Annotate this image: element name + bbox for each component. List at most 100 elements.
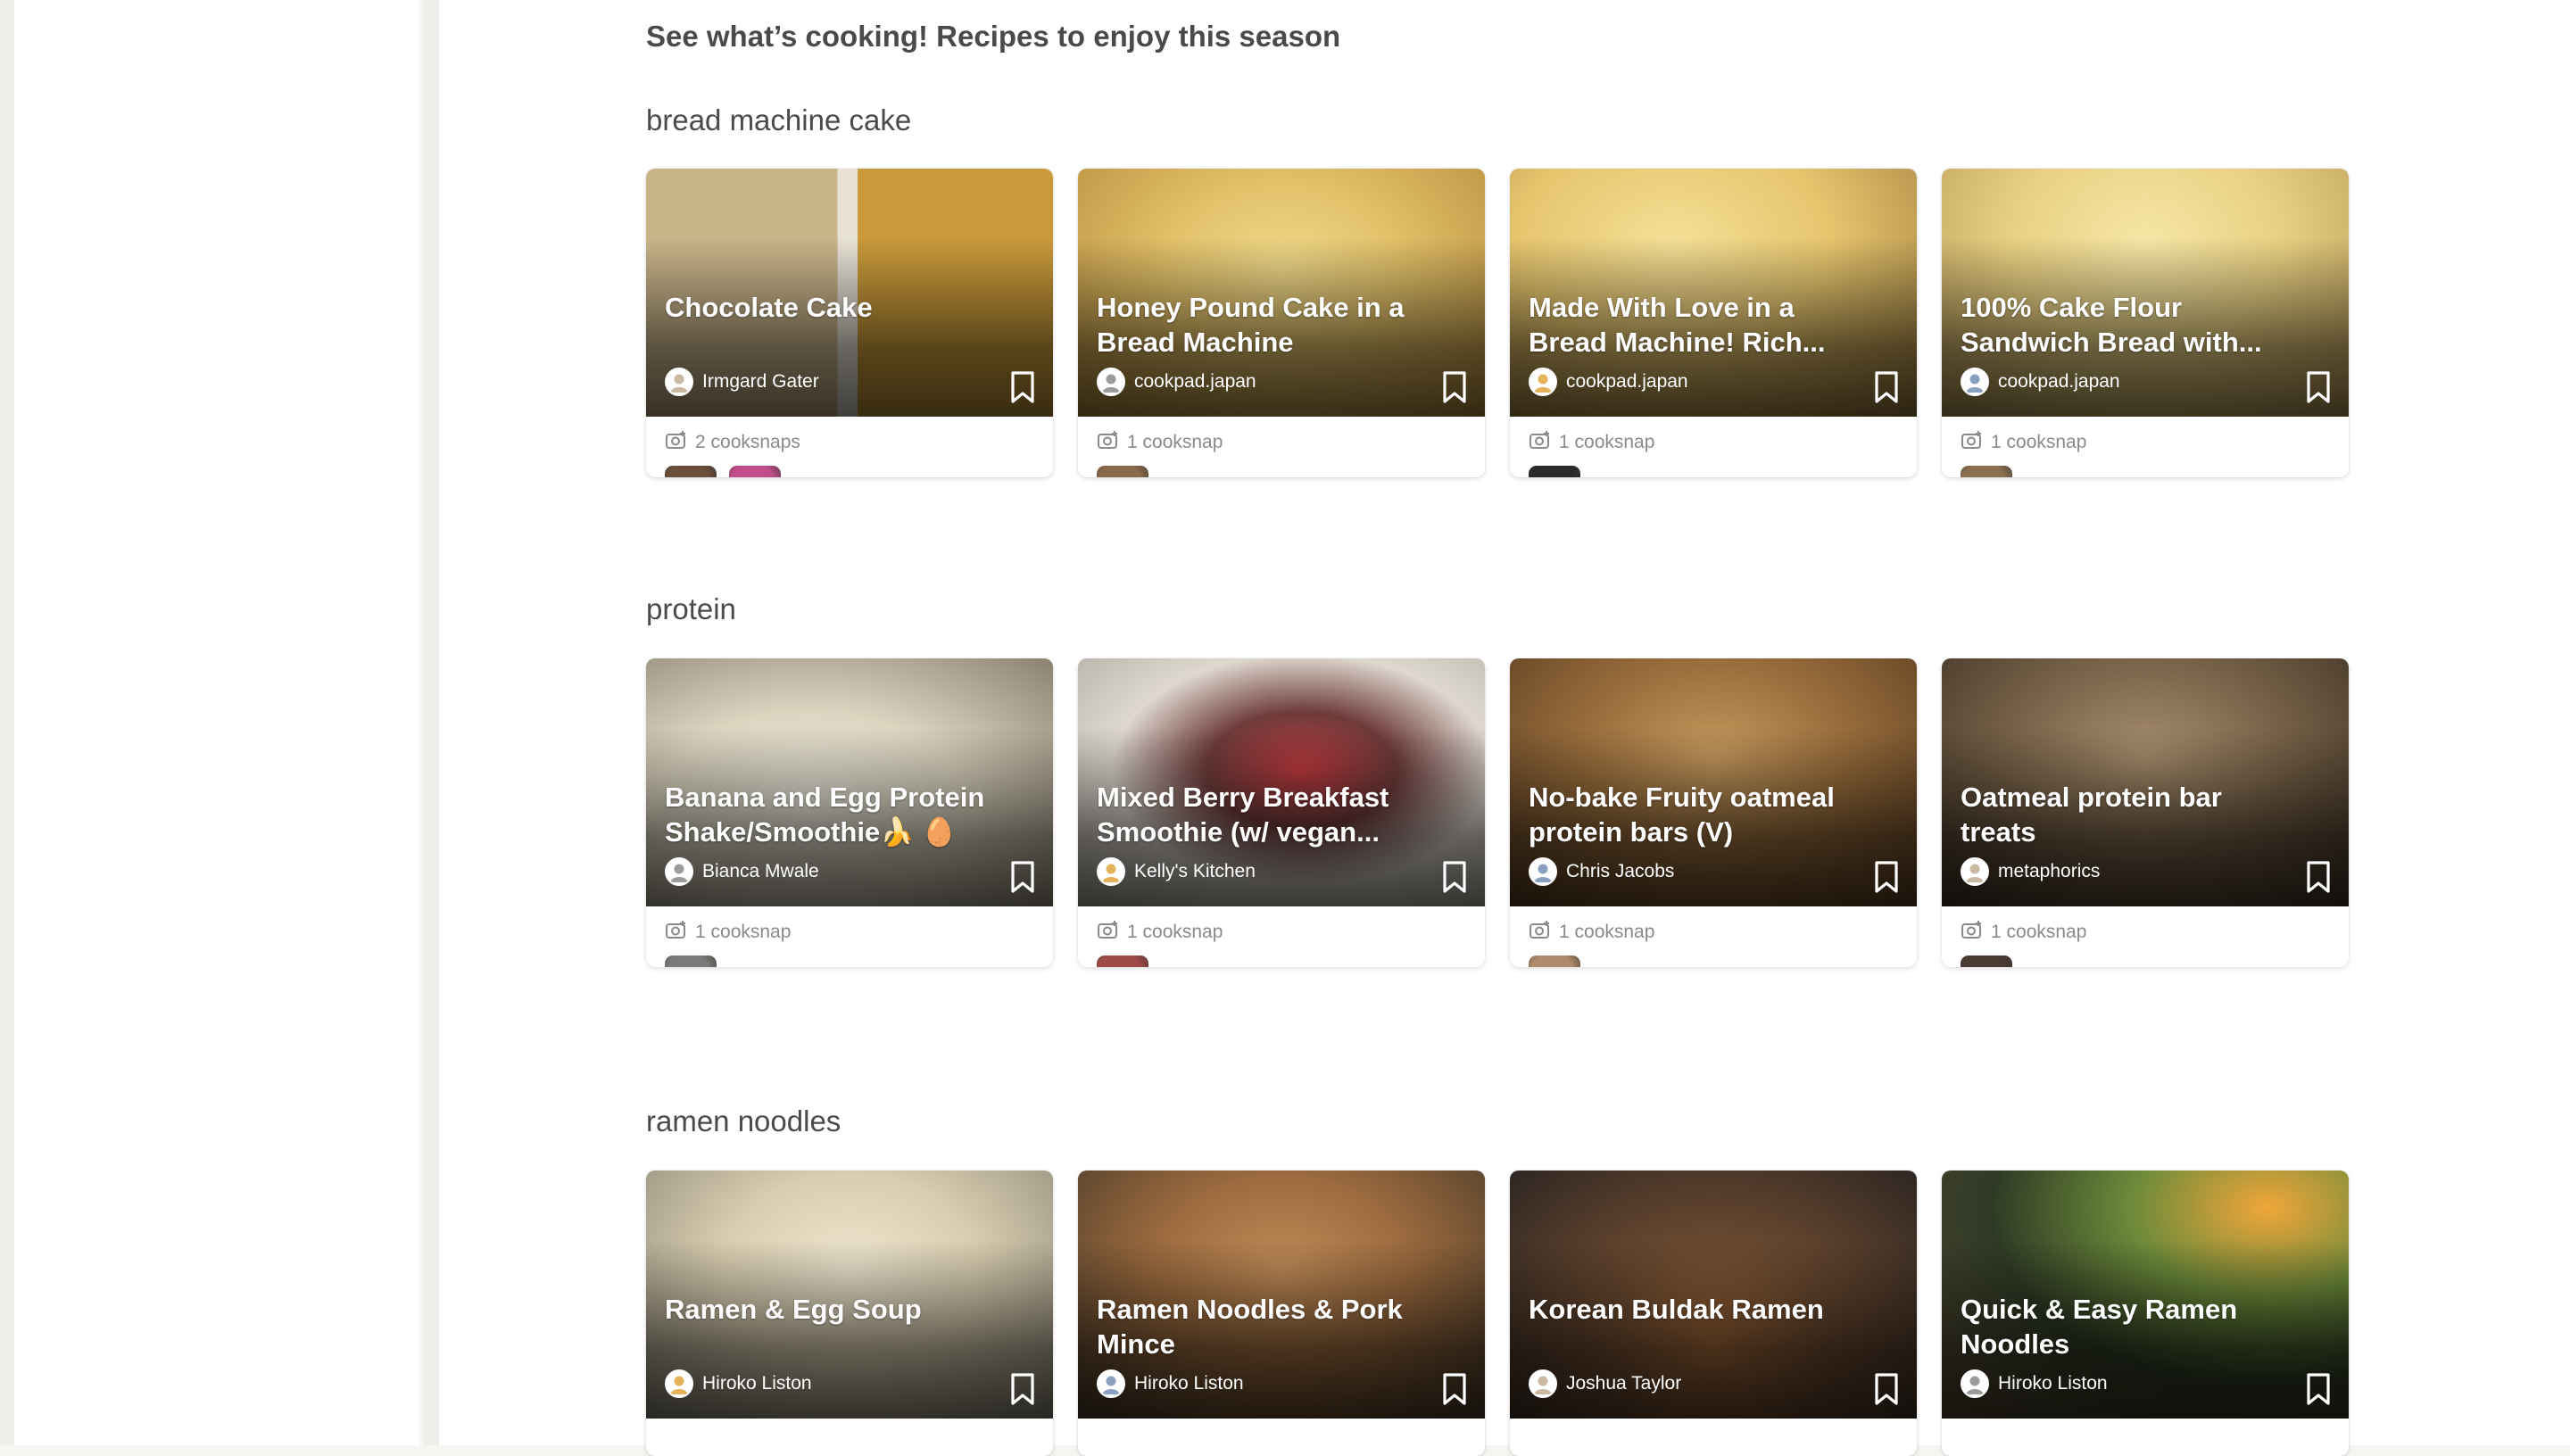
camera-icon	[1097, 429, 1120, 456]
recipe-card[interactable]: Mixed Berry Breakfast Smoothie (w/ vegan…	[1078, 658, 1485, 967]
recipe-card[interactable]: 100% Cake Flour Sandwich Bread with... co…	[1942, 169, 2349, 477]
section-title-ramen-noodles[interactable]: ramen noodles	[646, 1104, 841, 1138]
recipe-author[interactable]: Joshua Taylor	[1529, 1369, 1681, 1399]
cooksnap-thumbnail[interactable]	[1097, 466, 1148, 477]
avatar	[1529, 368, 1557, 396]
cooksnap-section: 1 cooksnap	[1942, 417, 2349, 477]
cooksnap-label: 1 cooksnap	[695, 922, 792, 942]
recipe-author[interactable]: Hiroko Liston	[1961, 1369, 2108, 1399]
recipe-title[interactable]: Chocolate Cake	[665, 290, 986, 325]
cooksnap-thumbnail[interactable]	[1529, 956, 1580, 967]
author-name: Bianca Mwale	[702, 861, 819, 881]
cooksnap-section: 1 cooksnap	[1510, 417, 1917, 477]
cooksnap-thumbnail[interactable]	[1961, 466, 2012, 477]
recipe-card[interactable]: Korean Buldak Ramen Joshua Taylor	[1510, 1171, 1917, 1456]
sidebar-divider	[423, 0, 439, 1445]
camera-icon	[1529, 429, 1552, 456]
recipe-author[interactable]: Hiroko Liston	[1097, 1369, 1244, 1399]
recipe-title[interactable]: Quick & Easy Ramen Noodles	[1961, 1292, 2282, 1361]
cooksnap-thumbnail[interactable]	[729, 466, 781, 477]
avatar	[665, 857, 693, 886]
bookmark-icon[interactable]	[1440, 370, 1469, 404]
author-name: cookpad.japan	[1134, 371, 1256, 392]
bookmark-icon[interactable]	[1008, 860, 1037, 894]
recipe-card[interactable]: Oatmeal protein bar treats metaphorics 1 c…	[1942, 658, 2349, 967]
recipe-title[interactable]: No-bake Fruity oatmeal protein bars (V)	[1529, 780, 1850, 849]
recipe-card[interactable]: Ramen & Egg Soup Hiroko Liston	[646, 1171, 1053, 1456]
recipe-card[interactable]: Chocolate Cake Irmgard Gater 2 cooksnaps	[646, 169, 1053, 477]
recipe-title[interactable]: Ramen & Egg Soup	[665, 1292, 986, 1327]
recipe-card[interactable]: Honey Pound Cake in a Bread Machine cookp…	[1078, 169, 1485, 477]
cooksnap-thumbnail[interactable]	[1961, 956, 2012, 967]
recipe-title[interactable]: 100% Cake Flour Sandwich Bread with...	[1961, 290, 2282, 360]
cooksnap-thumbnails	[665, 466, 781, 477]
cooksnap-thumbnail[interactable]	[665, 956, 717, 967]
cooksnap-thumbnails	[665, 956, 717, 967]
cooksnap-label: 1 cooksnap	[1127, 922, 1223, 942]
bookmark-icon[interactable]	[1872, 860, 1901, 894]
recipe-card[interactable]: Banana and Egg Protein Shake/Smoothie🍌 🥚…	[646, 658, 1053, 967]
avatar	[1529, 857, 1557, 886]
recipe-author[interactable]: Irmgard Gater	[665, 367, 819, 397]
bookmark-icon[interactable]	[1872, 1372, 1901, 1406]
author-name: Joshua Taylor	[1566, 1373, 1682, 1394]
bookmark-icon[interactable]	[2304, 370, 2333, 404]
author-name: Irmgard Gater	[702, 371, 819, 392]
avatar	[1097, 857, 1125, 886]
cooksnap-thumbnails	[1529, 466, 1580, 477]
section-title-protein[interactable]: protein	[646, 592, 736, 626]
cooksnap-label: 1 cooksnap	[1559, 922, 1655, 942]
avatar	[1961, 857, 1989, 886]
sidebar-rail	[0, 0, 14, 1445]
author-name: cookpad.japan	[1566, 371, 1688, 392]
cooksnap-section: 1 cooksnap	[1078, 417, 1485, 477]
cooksnap-section: 1 cooksnap	[1942, 906, 2349, 967]
camera-icon	[1097, 919, 1120, 946]
cooksnap-thumbnail[interactable]	[665, 466, 717, 477]
avatar	[1097, 368, 1125, 396]
recipe-author[interactable]: Chris Jacobs	[1529, 856, 1674, 887]
cooksnap-count: 1 cooksnap	[1529, 919, 1654, 946]
cooksnap-count: 1 cooksnap	[1961, 919, 2086, 946]
bookmark-icon[interactable]	[1008, 1372, 1037, 1406]
recipe-title[interactable]: Korean Buldak Ramen	[1529, 1292, 1850, 1327]
bookmark-icon[interactable]	[1008, 370, 1037, 404]
avatar	[665, 368, 693, 396]
section-title-bread-machine-cake[interactable]: bread machine cake	[646, 103, 911, 137]
recipe-title[interactable]: Made With Love in a Bread Machine! Rich.…	[1529, 290, 1850, 360]
recipe-title[interactable]: Ramen Noodles & Pork Mince	[1097, 1292, 1418, 1361]
cooksnap-count: 1 cooksnap	[1097, 919, 1223, 946]
recipe-title[interactable]: Oatmeal protein bar treats	[1961, 780, 2282, 849]
recipe-author[interactable]: cookpad.japan	[1529, 367, 1688, 397]
recipe-card[interactable]: Made With Love in a Bread Machine! Rich.…	[1510, 169, 1917, 477]
page-title: See what’s cooking! Recipes to enjoy thi…	[646, 20, 1341, 53]
camera-icon	[1961, 429, 1984, 456]
bookmark-icon[interactable]	[2304, 860, 2333, 894]
recipe-author[interactable]: cookpad.japan	[1961, 367, 2120, 397]
cooksnap-count: 1 cooksnap	[1529, 429, 1654, 456]
camera-icon	[665, 919, 688, 946]
bookmark-icon[interactable]	[1872, 370, 1901, 404]
recipe-author[interactable]: Kelly's Kitchen	[1097, 856, 1256, 887]
bookmark-icon[interactable]	[1440, 1372, 1469, 1406]
author-name: Hiroko Liston	[702, 1373, 812, 1394]
recipe-title[interactable]: Honey Pound Cake in a Bread Machine	[1097, 290, 1418, 360]
recipe-card[interactable]: Ramen Noodles & Pork Mince Hiroko Liston	[1078, 1171, 1485, 1456]
recipe-author[interactable]: Hiroko Liston	[665, 1369, 812, 1399]
cooksnap-thumbnails	[1097, 466, 1148, 477]
recipe-author[interactable]: cookpad.japan	[1097, 367, 1256, 397]
recipe-author[interactable]: metaphorics	[1961, 856, 2100, 887]
bookmark-icon[interactable]	[2304, 1372, 2333, 1406]
cooksnap-thumbnail[interactable]	[1097, 956, 1148, 967]
bookmark-icon[interactable]	[1440, 860, 1469, 894]
cooksnap-label: 1 cooksnap	[1991, 922, 2087, 942]
cooksnap-label: 1 cooksnap	[1991, 432, 2087, 452]
recipe-card[interactable]: Quick & Easy Ramen Noodles Hiroko Liston	[1942, 1171, 2349, 1456]
avatar	[665, 1369, 693, 1398]
recipe-card[interactable]: No-bake Fruity oatmeal protein bars (V) C…	[1510, 658, 1917, 967]
recipe-author[interactable]: Bianca Mwale	[665, 856, 819, 887]
cooksnap-thumbnails	[1097, 956, 1148, 967]
cooksnap-thumbnail[interactable]	[1529, 466, 1580, 477]
recipe-title[interactable]: Mixed Berry Breakfast Smoothie (w/ vegan…	[1097, 780, 1418, 849]
recipe-title[interactable]: Banana and Egg Protein Shake/Smoothie🍌 🥚…	[665, 780, 986, 851]
